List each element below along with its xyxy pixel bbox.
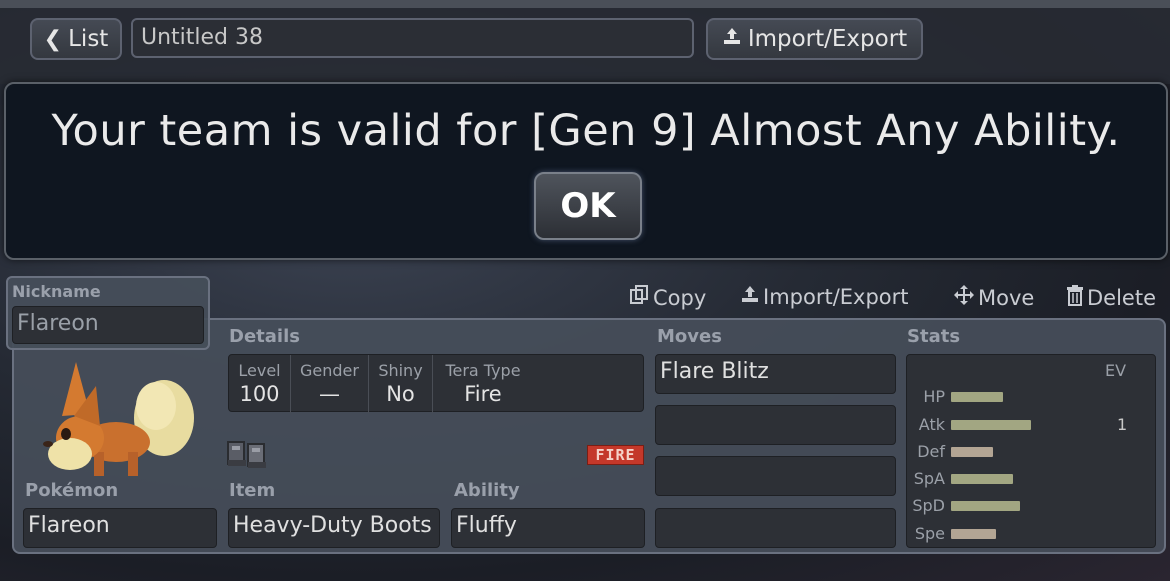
stats-label: Stats	[907, 326, 961, 347]
shiny-cell: Shiny No	[369, 355, 433, 413]
stat-bar	[951, 474, 1013, 484]
validation-dialog: Your team is valid for [Gen 9] Almost An…	[4, 82, 1168, 260]
nickname-input[interactable]: Flareon	[12, 306, 204, 344]
nickname-box: Nickname Flareon	[6, 276, 210, 350]
delete-label: Delete	[1087, 285, 1156, 310]
move-button[interactable]: Move	[953, 284, 1034, 311]
move-1-input[interactable]: Flare Blitz	[655, 354, 896, 394]
upload-icon	[722, 26, 742, 52]
tera-type-label: Tera Type	[445, 361, 521, 380]
level-value: 100	[239, 382, 280, 406]
level-cell: Level 100	[229, 355, 291, 413]
stat-row-hp: HP	[907, 387, 1157, 407]
move-arrows-icon	[953, 284, 975, 311]
level-label: Level	[238, 361, 281, 380]
move-2-input[interactable]	[655, 405, 896, 445]
stat-row-spa: SpA	[907, 469, 1157, 489]
stat-bar	[951, 420, 1031, 430]
ability-input[interactable]: Fluffy	[451, 508, 645, 548]
gender-value: —	[319, 382, 340, 406]
stat-bar	[951, 392, 1003, 402]
copy-button[interactable]: Copy	[628, 284, 706, 311]
delete-button[interactable]: Delete	[1066, 284, 1156, 311]
ability-label: Ability	[454, 480, 520, 501]
stat-name: Def	[917, 442, 945, 461]
stat-row-def: Def	[907, 442, 1157, 462]
stat-name: Spe	[914, 524, 945, 543]
back-to-list-label: List	[68, 26, 109, 52]
ev-header: EV	[1105, 361, 1127, 380]
pokemon-sprite	[36, 356, 196, 486]
item-input[interactable]: Heavy-Duty Boots	[228, 508, 440, 548]
ok-button[interactable]: OK	[534, 172, 642, 240]
team-import-export-button[interactable]: Import/Export	[706, 18, 923, 60]
move-label: Move	[978, 285, 1035, 310]
move-4-input[interactable]	[655, 508, 896, 548]
top-strip	[0, 0, 1170, 8]
stat-bar	[951, 501, 1020, 511]
shiny-label: Shiny	[378, 361, 423, 380]
copy-icon	[628, 284, 650, 311]
pokemon-label: Pokémon	[25, 480, 119, 501]
details-label: Details	[229, 326, 300, 347]
tera-type-cell: Tera Type Fire	[433, 355, 533, 413]
stat-name: HP	[923, 387, 945, 406]
stats-button[interactable]: EV HP Atk 1 Def SpA SpD Spe	[906, 354, 1156, 548]
stat-row-spe: Spe	[907, 524, 1157, 544]
stat-name: SpD	[912, 496, 945, 515]
nickname-label: Nickname	[12, 282, 101, 301]
back-to-list-button[interactable]: ❮ List	[30, 18, 122, 60]
stat-row-atk: Atk 1	[907, 415, 1157, 435]
details-button[interactable]: Level 100 Gender — Shiny No Tera Type Fi…	[228, 354, 644, 413]
moves-label: Moves	[657, 326, 722, 347]
team-import-export-label: Import/Export	[747, 26, 908, 52]
move-3-input[interactable]	[655, 456, 896, 496]
trash-icon	[1066, 284, 1084, 311]
validation-message: Your team is valid for [Gen 9] Almost An…	[51, 106, 1121, 156]
stat-row-spd: SpD	[907, 496, 1157, 516]
stat-bar	[951, 529, 996, 539]
set-import-export-label: Import/Export	[763, 284, 909, 309]
tera-type-value: Fire	[464, 382, 502, 406]
stat-name: SpA	[913, 469, 945, 488]
team-name-input[interactable]: Untitled 38	[131, 18, 694, 58]
item-sprite	[224, 434, 270, 472]
gender-label: Gender	[300, 361, 359, 380]
stat-ev: 1	[1117, 415, 1128, 434]
upload-icon	[740, 284, 760, 309]
set-import-export-button[interactable]: Import/Export	[740, 284, 909, 309]
tera-type-badge: FIRE	[587, 445, 644, 465]
stat-name: Atk	[918, 415, 945, 434]
chevron-left-icon: ❮	[43, 26, 63, 52]
gender-cell: Gender —	[291, 355, 369, 413]
pokemon-input[interactable]: Flareon	[23, 508, 217, 548]
stat-bar	[951, 447, 993, 457]
item-label: Item	[229, 480, 276, 501]
shiny-value: No	[386, 382, 415, 406]
copy-label: Copy	[653, 285, 707, 310]
